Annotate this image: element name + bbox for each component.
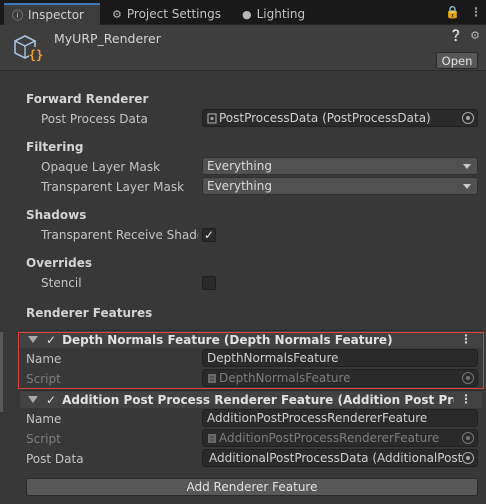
inspector-content: Forward Renderer Post Process Data PostP…: [0, 72, 486, 504]
svg-text:{}: {}: [29, 48, 43, 62]
object-picker-icon[interactable]: [462, 452, 474, 464]
transparent-receive-shadows-toggle[interactable]: ✓: [202, 228, 216, 242]
feature-title: Addition Post Process Renderer Feature (…: [62, 392, 455, 407]
post-data-field[interactable]: AdditionalPostProcessData (AdditionalPos…: [202, 449, 478, 467]
transparent-layer-mask-label: Transparent Layer Mask: [41, 180, 185, 194]
feature-name-label: Name: [26, 412, 62, 426]
opaque-layer-mask-dropdown[interactable]: Everything: [202, 157, 478, 175]
post-data-label: Post Data: [26, 452, 84, 466]
info-icon: ⓘ: [12, 9, 23, 22]
dropdown-arrow-icon: [463, 164, 471, 169]
bulb-icon: ●: [242, 7, 252, 21]
tab-bar: ⓘ Inspector ⚙ Project Settings ● Lightin…: [0, 0, 486, 25]
post-process-data-field[interactable]: PostProcessData (PostProcessData): [202, 109, 478, 127]
feature-enabled-check-icon[interactable]: ✓: [46, 393, 56, 407]
header-tools: ❔ ⚙: [449, 29, 480, 42]
addition-post-process-feature-header[interactable]: ✓ Addition Post Process Renderer Feature…: [20, 390, 482, 408]
lock-icon[interactable]: 🔒: [445, 5, 460, 19]
transparent-receive-shadows-label: Transparent Receive Shadows: [41, 228, 198, 242]
post-data-value: AdditionalPostProcessData (AdditionalPos…: [209, 451, 463, 465]
tab-lighting-label: Lighting: [256, 7, 306, 21]
stencil-label: Stencil: [41, 276, 82, 290]
addition-post-process-script-value: AdditionPostProcessRendererFeature: [219, 431, 440, 445]
tab-inspector[interactable]: ⓘ Inspector: [4, 3, 100, 25]
shadows-header: Shadows: [26, 208, 87, 222]
inspector-header: {} MyURP_Renderer ❔ ⚙ Open: [0, 25, 486, 71]
tab-project-settings-label: Project Settings: [126, 7, 221, 21]
header-gear-icon[interactable]: ⚙: [470, 29, 480, 42]
addition-post-process-name-value: AdditionPostProcessRendererFeature: [207, 411, 428, 425]
help-icon[interactable]: ❔: [449, 29, 463, 42]
tab-tools: 🔒 ⋮: [445, 5, 482, 19]
kebab-icon[interactable]: ⋮: [460, 393, 472, 405]
addition-post-process-script-field: AdditionPostProcessRendererFeature: [202, 429, 478, 447]
gear-icon: ⚙: [112, 7, 122, 21]
kebab-icon[interactable]: ⋮: [470, 5, 482, 19]
opaque-layer-mask-value: Everything: [207, 159, 272, 173]
renderer-asset-icon: {}: [14, 35, 43, 62]
tab-inspector-label: Inspector: [28, 8, 84, 22]
tab-lighting[interactable]: ● Lighting: [234, 3, 313, 25]
left-scroll-indicator: [0, 332, 3, 412]
asset-title: MyURP_Renderer: [54, 31, 161, 46]
object-picker-icon[interactable]: [462, 112, 474, 124]
feature-script-label: Script: [26, 432, 61, 446]
dropdown-arrow-icon: [463, 184, 471, 189]
filtering-header: Filtering: [26, 140, 84, 154]
post-process-data-label: Post Process Data: [41, 112, 148, 126]
transparent-layer-mask-dropdown[interactable]: Everything: [202, 177, 478, 195]
overrides-header: Overrides: [26, 256, 92, 270]
addition-post-process-name-field[interactable]: AdditionPostProcessRendererFeature: [202, 409, 478, 427]
add-renderer-feature-button[interactable]: Add Renderer Feature: [26, 478, 478, 496]
script-file-icon: [208, 433, 216, 443]
opaque-layer-mask-label: Opaque Layer Mask: [41, 160, 161, 174]
tab-project-settings[interactable]: ⚙ Project Settings: [104, 3, 229, 25]
open-button[interactable]: Open: [436, 52, 478, 69]
scriptable-object-icon: [207, 112, 217, 124]
object-picker-icon: [462, 432, 474, 444]
renderer-features-header: Renderer Features: [26, 306, 153, 320]
post-process-data-value: PostProcessData (PostProcessData): [219, 111, 431, 125]
transparent-layer-mask-value: Everything: [207, 179, 272, 193]
foldout-arrow-icon[interactable]: [28, 396, 38, 403]
highlight-box: [18, 332, 484, 389]
forward-renderer-header: Forward Renderer: [26, 92, 149, 106]
stencil-toggle[interactable]: [202, 276, 216, 290]
